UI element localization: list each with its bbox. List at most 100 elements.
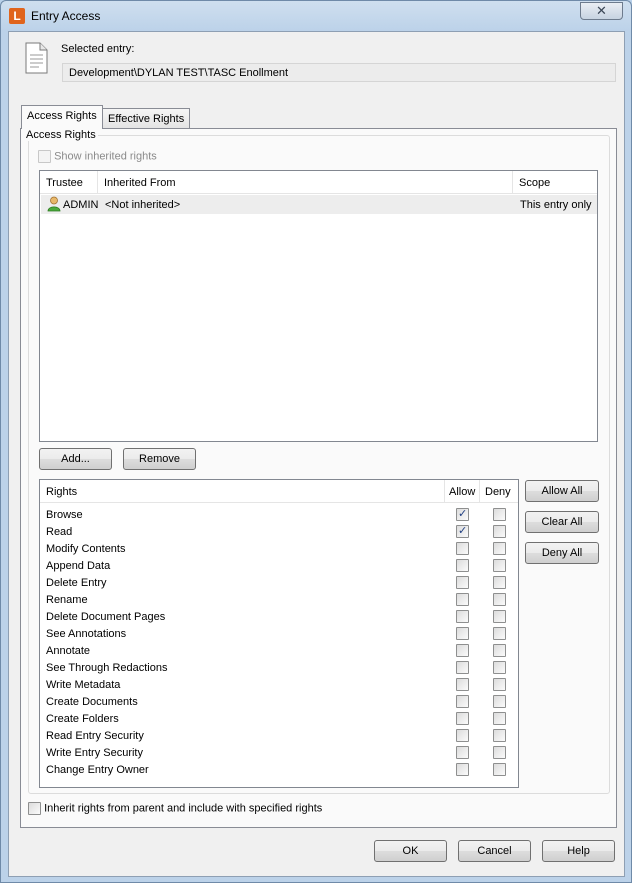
remove-button[interactable]: Remove xyxy=(123,448,196,470)
right-name: Write Entry Security xyxy=(46,747,143,759)
right-name: Delete Document Pages xyxy=(46,611,166,623)
close-button[interactable]: ✕ xyxy=(580,2,623,20)
deny-checkbox[interactable] xyxy=(493,644,506,657)
deny-checkbox[interactable] xyxy=(493,746,506,759)
right-name: Read xyxy=(46,526,73,538)
right-name: Modify Contents xyxy=(46,543,126,555)
right-name: Write Metadata xyxy=(46,679,121,691)
deny-checkbox[interactable] xyxy=(493,593,506,606)
right-name: See Annotations xyxy=(46,628,127,640)
deny-checkbox[interactable] xyxy=(493,729,506,742)
rights-row[interactable]: Annotate xyxy=(40,642,518,659)
deny-checkbox[interactable] xyxy=(493,678,506,691)
allow-checkbox[interactable] xyxy=(456,695,469,708)
rights-row[interactable]: Rename xyxy=(40,591,518,608)
rights-row[interactable]: Create Folders xyxy=(40,710,518,727)
allow-checkbox[interactable] xyxy=(456,644,469,657)
rights-row[interactable]: Write Entry Security xyxy=(40,744,518,761)
col-inherited-from[interactable]: Inherited From xyxy=(98,171,513,194)
allow-checkbox[interactable] xyxy=(456,712,469,725)
deny-checkbox[interactable] xyxy=(493,610,506,623)
allow-checkbox[interactable] xyxy=(456,627,469,640)
deny-checkbox[interactable] xyxy=(493,661,506,674)
right-name: Rename xyxy=(46,594,88,606)
rights-row[interactable]: Append Data xyxy=(40,557,518,574)
trustee-list[interactable]: Trustee Inherited From Scope ADMIN <Not … xyxy=(39,170,598,442)
allow-checkbox[interactable] xyxy=(456,524,469,538)
clear-all-button[interactable]: Clear All xyxy=(525,511,599,533)
title-bar[interactable]: L Entry Access ✕ xyxy=(1,1,631,31)
rights-list-header: Rights Allow Deny xyxy=(40,480,518,503)
rights-row[interactable]: Delete Entry xyxy=(40,574,518,591)
allow-checkbox[interactable] xyxy=(456,678,469,691)
allow-checkbox[interactable] xyxy=(456,576,469,589)
deny-all-button[interactable]: Deny All xyxy=(525,542,599,564)
trustee-scope: This entry only xyxy=(520,199,592,211)
allow-all-button[interactable]: Allow All xyxy=(525,480,599,502)
help-button[interactable]: Help xyxy=(542,840,615,862)
rights-row[interactable]: Create Documents xyxy=(40,693,518,710)
rights-row[interactable]: Modify Contents xyxy=(40,540,518,557)
col-scope[interactable]: Scope xyxy=(513,171,597,194)
deny-checkbox[interactable] xyxy=(493,559,506,572)
allow-checkbox[interactable] xyxy=(456,542,469,555)
deny-checkbox[interactable] xyxy=(493,763,506,776)
app-logo-icon: L xyxy=(9,8,25,24)
rights-row[interactable]: Change Entry Owner xyxy=(40,761,518,778)
deny-checkbox[interactable] xyxy=(493,542,506,555)
trustee-row[interactable]: ADMIN <Not inherited> This entry only xyxy=(41,195,597,214)
right-name: Browse xyxy=(46,509,83,521)
rights-row[interactable]: See Through Redactions xyxy=(40,659,518,676)
inherit-rights-check[interactable] xyxy=(28,802,41,815)
right-name: Create Documents xyxy=(46,696,138,708)
inherit-rights-label: Inherit rights from parent and include w… xyxy=(44,802,323,815)
user-icon xyxy=(47,196,61,212)
right-name: See Through Redactions xyxy=(46,662,168,674)
right-name: Create Folders xyxy=(46,713,119,725)
deny-checkbox[interactable] xyxy=(493,508,506,521)
selected-entry-label: Selected entry: xyxy=(61,43,135,55)
header-divider xyxy=(479,480,480,503)
document-icon xyxy=(25,42,48,74)
header-divider xyxy=(444,480,445,503)
allow-checkbox[interactable] xyxy=(456,746,469,759)
access-rights-group-title: Access Rights xyxy=(24,129,98,141)
allow-checkbox[interactable] xyxy=(456,610,469,623)
entry-access-dialog: L Entry Access ✕ Selected entry: Develop… xyxy=(0,0,632,883)
rights-row[interactable]: Write Metadata xyxy=(40,676,518,693)
tab-access-rights[interactable]: Access Rights xyxy=(21,105,103,129)
deny-checkbox[interactable] xyxy=(493,627,506,640)
deny-checkbox[interactable] xyxy=(493,695,506,708)
trustee-name: ADMIN xyxy=(63,199,99,211)
allow-checkbox[interactable] xyxy=(456,729,469,742)
trustee-inherited-from: <Not inherited> xyxy=(105,199,181,211)
ok-button[interactable]: OK xyxy=(374,840,447,862)
show-inherited-label: Show inherited rights xyxy=(54,150,157,163)
allow-checkbox[interactable] xyxy=(456,593,469,606)
allow-checkbox[interactable] xyxy=(456,559,469,572)
cancel-button[interactable]: Cancel xyxy=(458,840,531,862)
inherit-rights-checkbox[interactable]: Inherit rights from parent and include w… xyxy=(28,802,322,815)
deny-checkbox[interactable] xyxy=(493,525,506,538)
allow-checkbox[interactable] xyxy=(456,507,469,521)
deny-checkbox[interactable] xyxy=(493,712,506,725)
rights-row[interactable]: See Annotations xyxy=(40,625,518,642)
rights-row[interactable]: Delete Document Pages xyxy=(40,608,518,625)
right-name: Append Data xyxy=(46,560,111,572)
show-inherited-checkbox[interactable]: Show inherited rights xyxy=(38,150,157,163)
rights-row[interactable]: Read xyxy=(40,523,518,540)
rights-list[interactable]: Rights Allow Deny Browse Read Modify Conte… xyxy=(39,479,519,788)
rights-row[interactable]: Read Entry Security xyxy=(40,727,518,744)
allow-checkbox[interactable] xyxy=(456,661,469,674)
allow-checkbox[interactable] xyxy=(456,763,469,776)
window-title: Entry Access xyxy=(31,9,101,23)
add-button[interactable]: Add... xyxy=(39,448,112,470)
show-inherited-check[interactable] xyxy=(38,150,51,163)
col-deny: Deny xyxy=(485,486,511,498)
tab-effective-rights[interactable]: Effective Rights xyxy=(102,108,191,130)
trustee-list-header: Trustee Inherited From Scope xyxy=(40,171,597,194)
right-name: Annotate xyxy=(46,645,91,657)
col-trustee[interactable]: Trustee xyxy=(40,171,98,194)
deny-checkbox[interactable] xyxy=(493,576,506,589)
rights-row[interactable]: Browse xyxy=(40,506,518,523)
